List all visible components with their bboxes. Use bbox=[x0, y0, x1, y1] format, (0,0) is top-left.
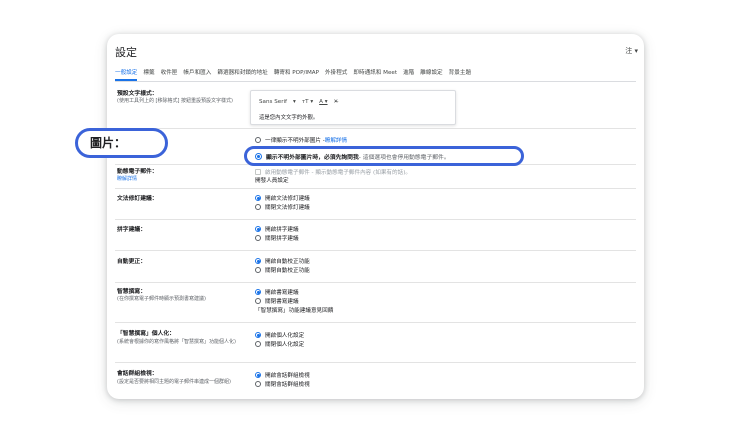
tab-accounts[interactable]: 帳戶和匯入 bbox=[183, 68, 211, 82]
conversation-off-text: 關閉會話群組檢視 bbox=[265, 382, 310, 388]
developer-settings-link[interactable]: 開發人員設定 bbox=[255, 176, 289, 184]
smart-compose-off-option[interactable]: 關閉書寫建議 bbox=[255, 297, 299, 305]
page-title: 設定 bbox=[115, 46, 137, 59]
tab-labels[interactable]: 標籤 bbox=[143, 68, 154, 82]
default-text-sub: (使用工具列上的 [移除格式] 按鈕重設預設文字樣式) bbox=[117, 98, 233, 104]
remove-format-icon[interactable]: ✕̶ bbox=[334, 99, 339, 105]
row-conversation: 會話群組檢視： (設定是否要將相同主題的電子郵件串連成一個群組) 開啟會話群組檢… bbox=[115, 363, 636, 399]
font-family-select[interactable]: Sans Serif bbox=[259, 99, 287, 105]
grammar-on-option[interactable]: 開啟文法修訂建議 bbox=[255, 194, 310, 202]
personalization-on-text: 開啟個人化設定 bbox=[265, 333, 305, 339]
row-personalization: 「智慧撰寫」個人化： (系統會根據你的寫作風格將「智慧撰寫」功能個人化) 開啟個… bbox=[115, 323, 636, 363]
grammar-off-option[interactable]: 關閉文法修訂建議 bbox=[255, 203, 310, 211]
personalization-label: 「智慧撰寫」個人化： bbox=[117, 331, 175, 337]
smart-compose-off-text: 關閉書寫建議 bbox=[265, 299, 299, 305]
autocorrect-off-option[interactable]: 關閉自動校正功能 bbox=[255, 266, 310, 274]
grammar-on-text: 開啟文法修訂建議 bbox=[265, 196, 310, 202]
dynamic-email-option-text: 啟用動態電子郵件 - 顯示動態電子郵件內容 (如果有的話)。 bbox=[265, 170, 411, 176]
radio-selected-icon[interactable] bbox=[255, 289, 261, 295]
font-toolbar: Sans Serif ▾ ᴛT ▾ A ▾ ✕̶ bbox=[259, 99, 344, 105]
spelling-off-option[interactable]: 關閉拼字建議 bbox=[255, 234, 299, 242]
radio-icon[interactable] bbox=[255, 298, 261, 304]
radio-selected-icon[interactable] bbox=[255, 258, 261, 264]
font-style-box: Sans Serif ▾ ᴛT ▾ A ▾ ✕̶ 這是您內文文字的外觀。 bbox=[250, 90, 456, 125]
radio-icon[interactable] bbox=[255, 235, 261, 241]
smart-compose-label: 智慧撰寫： bbox=[117, 289, 146, 295]
row-smart-compose: 智慧撰寫： (在你撰寫電子郵件時顯示預測書寫建議) 開啟書寫建議 關閉書寫建議 … bbox=[115, 283, 636, 323]
grammar-off-text: 關閉文法修訂建議 bbox=[265, 205, 310, 211]
tab-themes[interactable]: 背景主題 bbox=[449, 68, 471, 82]
radio-icon[interactable] bbox=[255, 204, 261, 210]
autocorrect-label: 自動更正： bbox=[117, 259, 146, 265]
conversation-label: 會話群組檢視： bbox=[117, 371, 158, 377]
smart-compose-on-option[interactable]: 開啟書寫建議 bbox=[255, 288, 299, 296]
images-ask-option-bold: 顯示不明外部圖片時，必須先詢問我 bbox=[266, 154, 359, 161]
conversation-off-option[interactable]: 關閉會話群組檢視 bbox=[255, 380, 310, 388]
radio-icon[interactable] bbox=[255, 381, 261, 387]
tabs-divider bbox=[115, 81, 636, 82]
text-color-icon[interactable]: A ▾ bbox=[319, 99, 327, 105]
smart-compose-feedback-link[interactable]: 「智慧撰寫」功能建議意見回饋 bbox=[255, 306, 333, 314]
settings-tabs: 一般設定 標籤 收件匣 帳戶和匯入 篩選器和封鎖的地址 轉寄和 POP/IMAP… bbox=[115, 68, 636, 82]
font-size-icon[interactable]: ᴛT ▾ bbox=[302, 99, 313, 105]
spelling-label: 拼字建議： bbox=[117, 227, 146, 233]
tab-general[interactable]: 一般設定 bbox=[115, 68, 138, 82]
conversation-on-option[interactable]: 開啟會話群組檢視 bbox=[255, 371, 310, 379]
conversation-sub: (設定是否要將相同主題的電子郵件串連成一個群組) bbox=[117, 379, 231, 385]
row-autocorrect: 自動更正： 開啟自動校正功能 關閉自動校正功能 bbox=[115, 251, 636, 283]
row-grammar: 文法修訂建議： 開啟文法修訂建議 關閉文法修訂建議 bbox=[115, 189, 636, 220]
tab-forwarding[interactable]: 轉寄和 POP/IMAP bbox=[274, 68, 319, 82]
grammar-label: 文法修訂建議： bbox=[117, 196, 158, 202]
checkbox-icon[interactable] bbox=[255, 169, 261, 175]
tab-advanced[interactable]: 進階 bbox=[403, 68, 414, 82]
dynamic-email-label: 動態電子郵件： bbox=[117, 169, 158, 175]
dynamic-email-learn-more[interactable]: 瞭解詳情 bbox=[117, 176, 255, 184]
language-menu[interactable]: 注 ▾ bbox=[625, 46, 638, 56]
tab-offline[interactable]: 離線設定 bbox=[420, 68, 442, 82]
images-learn-more-link[interactable]: 瞭解詳情 bbox=[325, 136, 347, 144]
radio-selected-icon[interactable] bbox=[255, 332, 261, 338]
spelling-on-text: 開啟拼字建議 bbox=[265, 227, 299, 233]
default-text-label: 預設文字樣式： bbox=[117, 91, 158, 97]
radio-icon[interactable] bbox=[255, 341, 261, 347]
personalization-off-text: 關閉個人化設定 bbox=[265, 342, 305, 348]
radio-selected-icon[interactable] bbox=[255, 152, 262, 160]
conversation-on-text: 開啟會話群組檢視 bbox=[265, 373, 310, 379]
images-option-always-text: 一律顯示不明外部圖片 - bbox=[265, 138, 325, 144]
tab-addons[interactable]: 外掛程式 bbox=[325, 68, 347, 82]
font-sample-text: 這是您內文文字的外觀。 bbox=[259, 115, 319, 121]
spelling-off-text: 關閉拼字建議 bbox=[265, 236, 299, 242]
radio-icon[interactable] bbox=[255, 137, 261, 143]
tab-inbox[interactable]: 收件匣 bbox=[161, 68, 178, 82]
tab-filters[interactable]: 篩選器和封鎖的地址 bbox=[217, 68, 267, 82]
autocorrect-off-text: 關閉自動校正功能 bbox=[265, 268, 310, 274]
row-spelling: 拼字建議： 開啟拼字建議 關閉拼字建議 bbox=[115, 220, 636, 251]
chevron-down-icon[interactable]: ▾ bbox=[293, 99, 296, 105]
autocorrect-on-text: 開啟自動校正功能 bbox=[265, 259, 310, 265]
images-callout-label: 圖片： bbox=[75, 128, 168, 158]
settings-card: 設定 注 ▾ 一般設定 標籤 收件匣 帳戶和匯入 篩選器和封鎖的地址 轉寄和 P… bbox=[107, 34, 644, 399]
personalization-on-option[interactable]: 開啟個人化設定 bbox=[255, 331, 304, 339]
radio-selected-icon[interactable] bbox=[255, 372, 261, 378]
smart-compose-sub: (在你撰寫電子郵件時顯示預測書寫建議) bbox=[117, 296, 206, 302]
row-dynamic-email: 動態電子郵件： 瞭解詳情 啟用動態電子郵件 - 顯示動態電子郵件內容 (如果有的… bbox=[115, 165, 636, 189]
autocorrect-on-option[interactable]: 開啟自動校正功能 bbox=[255, 257, 310, 265]
radio-selected-icon[interactable] bbox=[255, 226, 261, 232]
images-ask-option-rest: - 這個選項也會停用動態電子郵件。 bbox=[358, 154, 450, 161]
radio-icon[interactable] bbox=[255, 267, 261, 273]
images-ask-option-highlight[interactable]: 顯示不明外部圖片時，必須先詢問我 - 這個選項也會停用動態電子郵件。 bbox=[244, 146, 524, 166]
personalization-off-option[interactable]: 關閉個人化設定 bbox=[255, 340, 304, 348]
spelling-on-option[interactable]: 開啟拼字建議 bbox=[255, 225, 299, 233]
radio-selected-icon[interactable] bbox=[255, 195, 261, 201]
dynamic-email-option[interactable]: 啟用動態電子郵件 - 顯示動態電子郵件內容 (如果有的話)。 bbox=[255, 168, 411, 176]
images-option-always[interactable]: 一律顯示不明外部圖片 - 瞭解詳情 bbox=[255, 136, 347, 144]
tab-chat-meet[interactable]: 即時通訊和 Meet bbox=[353, 68, 397, 82]
smart-compose-on-text: 開啟書寫建議 bbox=[265, 290, 299, 296]
personalization-sub: (系統會根據你的寫作風格將「智慧撰寫」功能個人化) bbox=[117, 339, 236, 345]
